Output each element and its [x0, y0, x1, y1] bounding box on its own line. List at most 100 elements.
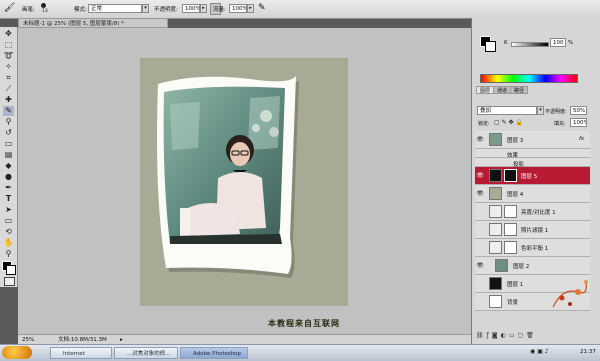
drop-shadow-row[interactable]: 投影 — [475, 158, 590, 168]
layer-row[interactable]: 👁 图层 4 — [475, 185, 590, 203]
adjustment-icon[interactable]: ◐ — [501, 332, 509, 339]
layer-name: 图层 2 — [513, 264, 530, 270]
adjustment-layer-row[interactable]: 照片滤镜 1 — [475, 221, 590, 239]
layer-row-selected[interactable]: 👁 图层 5 — [475, 167, 590, 185]
k-value[interactable]: 100 — [550, 38, 566, 47]
adjustment-layer-row[interactable]: 色彩平衡 1 — [475, 239, 590, 257]
type-tool-icon[interactable]: T — [3, 194, 14, 204]
watermark-text: 本教程来自互联网 — [268, 319, 340, 328]
magic-wand-tool-icon[interactable]: ✧ — [3, 62, 14, 72]
layer-name: 色彩平衡 1 — [521, 246, 549, 252]
mode-label: 模式: — [74, 7, 87, 13]
mode-select[interactable]: 正常 — [88, 4, 142, 13]
opacity-field[interactable]: 100% — [182, 4, 200, 13]
document-tab[interactable]: 未标题-1 @ 25% (图层 5, 图层蒙版/8) * — [18, 18, 168, 28]
dodge-tool-icon[interactable]: ● — [3, 172, 14, 182]
layer-mask-thumbnail[interactable] — [504, 169, 517, 182]
lasso-tool-icon[interactable]: ➰ — [3, 51, 14, 61]
clock[interactable]: 21:37 — [580, 349, 596, 355]
eraser-tool-icon[interactable]: ▭ — [3, 139, 14, 149]
options-bar: 🖌 画笔: 13 模式: 正常 ▾ 不透明度: 100% ▸ 流量: 100% … — [0, 0, 600, 19]
k-label: K — [504, 40, 508, 46]
crop-tool-icon[interactable]: ⌗ — [3, 73, 14, 83]
adjustment-layer-row[interactable]: 亮度/对比度 1 — [475, 203, 590, 221]
layer-row[interactable]: 👁 图层 3 fx — [475, 131, 590, 149]
brush-label: 画笔: — [22, 7, 35, 13]
brush-tool-icon[interactable]: 🖌 — [4, 3, 15, 13]
layers-panel-footer: ⛓ƒ◙◐▭▢🗑 — [476, 332, 594, 342]
layer-name: 图层 5 — [521, 174, 538, 180]
flow-field[interactable]: 100% — [229, 4, 247, 13]
fx-icon[interactable]: fx — [579, 136, 584, 142]
start-button[interactable] — [2, 346, 32, 359]
tray-icons[interactable]: ◉▣♪ — [530, 348, 551, 355]
group-icon[interactable]: ▭ — [509, 332, 518, 339]
taskbar-item[interactable]: ...对焦对象的修... — [114, 347, 178, 359]
blend-mode-chevron-icon[interactable]: ▾ — [537, 106, 544, 115]
gradient-tool-icon[interactable]: ▤ — [3, 150, 14, 160]
layer-thumbnail — [489, 169, 502, 182]
trash-icon[interactable]: 🗑 — [526, 332, 537, 339]
marquee-tool-icon[interactable]: ⬚ — [3, 40, 14, 50]
background-color-swatch[interactable] — [6, 265, 16, 275]
eyedropper-tool-icon[interactable]: ⟋ — [3, 84, 14, 94]
clone-stamp-tool-icon[interactable]: ⚲ — [3, 117, 14, 127]
layer-mask-thumbnail[interactable] — [504, 223, 517, 236]
floral-ornament — [552, 280, 588, 308]
color-balance-icon — [489, 241, 502, 254]
blur-tool-icon[interactable]: ◆ — [3, 161, 14, 171]
airbrush-icon[interactable]: ✎ — [258, 3, 266, 13]
new-layer-icon[interactable]: ▢ — [518, 332, 527, 339]
layer-name: 图层 3 — [507, 138, 524, 144]
lock-icons[interactable]: ▢ ✎ ✥ 🔒 — [494, 119, 523, 126]
photo-filter-icon — [489, 223, 502, 236]
layer-name: 背景 — [507, 300, 519, 306]
quick-mask-icon[interactable] — [4, 277, 15, 286]
brush-preset-dot-icon[interactable] — [41, 3, 46, 8]
fill-label: 填充: — [554, 121, 566, 127]
move-tool-icon[interactable]: ✥ — [3, 29, 14, 39]
bg-color-swatch[interactable] — [485, 41, 496, 52]
taskbar-item[interactable]: Internet — [50, 347, 112, 359]
opacity-label: 不透明度: — [154, 7, 178, 13]
layer-mask-thumbnail[interactable] — [504, 241, 517, 254]
tab-paths[interactable]: 路径 — [510, 86, 529, 94]
pen-tool-icon[interactable]: ✒ — [3, 183, 14, 193]
lock-label: 锁定: — [478, 121, 490, 127]
brush-size[interactable]: 13 — [42, 9, 48, 14]
taskbar: Internet ...对焦对象的修... Adobe Photoshop 21… — [0, 344, 600, 361]
fill-field[interactable]: 100% — [570, 118, 587, 127]
k-slider[interactable] — [511, 42, 549, 47]
shape-tool-icon[interactable]: ▭ — [3, 216, 14, 226]
3d-rotate-tool-icon[interactable]: ⟲ — [3, 227, 14, 237]
document-canvas[interactable] — [140, 58, 348, 306]
hand-tool-icon[interactable]: ✋ — [3, 238, 14, 248]
zoom-tool-icon[interactable]: ⚲ — [3, 249, 14, 259]
tab-channels[interactable]: 通道 — [493, 86, 512, 94]
eye-icon[interactable]: 👁 — [476, 172, 484, 180]
layer-effects-row[interactable]: 效果 — [475, 149, 590, 159]
layer-opacity-label: 不透明度: — [545, 109, 567, 115]
mask-icon[interactable]: ◙ — [492, 332, 501, 339]
layer-thumbnail — [489, 277, 502, 290]
color-ramp[interactable] — [480, 74, 578, 83]
brush-tool-icon[interactable]: ✎ — [3, 106, 14, 116]
path-selection-tool-icon[interactable]: ➤ — [3, 205, 14, 215]
opacity-slider-arrow-icon[interactable]: ▸ — [200, 4, 207, 13]
layer-name: 图层 4 — [507, 192, 524, 198]
layer-opacity-field[interactable]: 50% — [570, 106, 587, 115]
blend-mode-select[interactable]: 叠加 — [477, 106, 537, 115]
layer-mask-thumbnail[interactable] — [504, 205, 517, 218]
eye-icon[interactable]: 👁 — [476, 262, 484, 270]
color-panel: K 100 % — [474, 22, 598, 84]
history-brush-tool-icon[interactable]: ↺ — [3, 128, 14, 138]
taskbar-item-active[interactable]: Adobe Photoshop — [180, 347, 248, 359]
layer-name: 照片滤镜 1 — [521, 228, 549, 234]
eye-icon[interactable]: 👁 — [476, 190, 484, 198]
eye-icon[interactable]: 👁 — [476, 136, 484, 144]
tab-layers[interactable]: 图层 — [476, 86, 495, 94]
healing-brush-tool-icon[interactable]: ✚ — [3, 95, 14, 105]
chevron-down-icon[interactable]: ▾ — [142, 4, 149, 13]
link-layers-icon[interactable]: ⛓ — [476, 332, 487, 339]
flow-slider-arrow-icon[interactable]: ▸ — [247, 4, 254, 13]
